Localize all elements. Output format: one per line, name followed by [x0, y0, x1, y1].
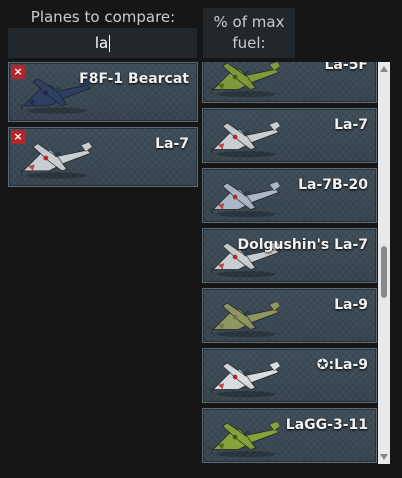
plane-thumbnail-icon	[210, 361, 281, 398]
selected-plane-name: La-7	[155, 136, 189, 152]
selected-plane-name: F8F-1 Bearcat	[79, 71, 189, 87]
planes-to-compare-label: Planes to compare:	[30, 8, 176, 26]
plane-results-list[interactable]: La-5F La-7 La-7B-20 Dolgushin's La-7 La-9 ✪:L…	[200, 62, 378, 464]
results-scrollbar[interactable]	[378, 62, 390, 464]
fuel-label-line2: fuel:	[232, 34, 266, 52]
plane-thumbnail-icon	[210, 421, 281, 458]
plane-result-card[interactable]: ✪:La-9	[202, 348, 377, 403]
remove-plane-icon[interactable]: ×	[11, 65, 25, 79]
plane-result-name: La-7	[334, 117, 368, 133]
selected-plane-card[interactable]: F8F-1 Bearcat ×	[8, 62, 198, 122]
fuel-percent-input[interactable]: % of max fuel:	[203, 8, 295, 58]
plane-result-name: ✪:La-9	[316, 357, 368, 373]
plane-search-input[interactable]: la	[8, 28, 197, 58]
plane-thumbnail-icon	[210, 121, 281, 158]
remove-plane-icon[interactable]: ×	[11, 130, 25, 144]
plane-result-name: Dolgushin's La-7	[237, 237, 368, 253]
plane-thumbnail-icon	[210, 181, 281, 218]
text-caret	[109, 35, 111, 52]
plane-result-card[interactable]: La-5F	[202, 62, 377, 103]
plane-result-card[interactable]: La-9	[202, 288, 377, 343]
plane-thumbnail-icon	[210, 301, 281, 338]
plane-result-card[interactable]: LaGG-3-11	[202, 408, 377, 463]
plane-result-name: LaGG-3-11	[285, 417, 368, 433]
search-input-value: la	[94, 34, 109, 52]
plane-thumbnail-icon	[21, 141, 93, 179]
plane-thumbnail-icon	[210, 62, 281, 98]
plane-result-card[interactable]: La-7	[202, 108, 377, 163]
plane-result-card[interactable]: La-7B-20	[202, 168, 377, 223]
plane-result-name: La-7B-20	[298, 177, 368, 193]
plane-result-name: La-9	[334, 297, 368, 313]
plane-result-name: La-5F	[324, 62, 368, 73]
scroll-up-arrow-icon[interactable]	[380, 66, 388, 72]
fuel-label-line1: % of max	[213, 13, 285, 31]
selected-plane-card[interactable]: La-7 ×	[8, 127, 198, 187]
plane-result-card[interactable]: Dolgushin's La-7	[202, 228, 377, 283]
scroll-down-arrow-icon[interactable]	[380, 454, 388, 460]
scrollbar-thumb[interactable]	[381, 246, 387, 298]
